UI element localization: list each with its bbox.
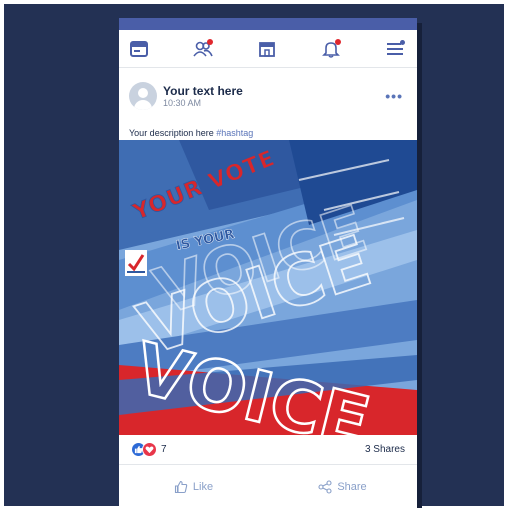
share-button[interactable]: Share	[268, 479, 417, 494]
store-icon[interactable]	[257, 39, 277, 59]
reactions[interactable]: 7	[131, 442, 167, 457]
like-button[interactable]: Like	[119, 480, 268, 494]
notification-dot	[400, 39, 405, 45]
hashtag-link[interactable]: #hashtag	[216, 128, 253, 138]
phone-screen: Your text here 10:30 AM ••• Your descrip…	[119, 18, 417, 508]
author-name[interactable]: Your text here	[163, 84, 243, 98]
status-bar	[119, 18, 417, 30]
browser-icon[interactable]	[129, 39, 149, 59]
friends-icon[interactable]	[193, 38, 213, 59]
more-options-button[interactable]: •••	[385, 88, 403, 104]
reaction-count: 7	[161, 444, 167, 455]
post-time: 10:30 AM	[163, 97, 202, 108]
share-label: Share	[337, 480, 367, 493]
post-stats: 7 3 Shares	[119, 435, 417, 465]
avatar[interactable]	[129, 82, 157, 110]
shares-count[interactable]: 3 Shares	[365, 444, 405, 455]
notification-dot	[207, 38, 213, 45]
thumbs-up-icon	[174, 480, 188, 493]
share-icon	[318, 479, 332, 494]
menu-icon[interactable]	[385, 39, 405, 59]
notification-dot	[335, 38, 341, 45]
post-header: Your text here 10:30 AM •••	[119, 68, 417, 124]
like-label: Like	[192, 480, 214, 493]
post-description: Your description here #hashtag	[119, 124, 417, 140]
bell-icon[interactable]	[321, 38, 341, 59]
post-image[interactable]: YOUR VOTE IS YOUR VOICE VOICE VOICE	[119, 140, 417, 435]
top-nav	[119, 30, 417, 68]
post-actions: Like Share	[119, 465, 417, 508]
heart-icon	[142, 442, 157, 457]
description-text: Your description here	[129, 128, 214, 138]
